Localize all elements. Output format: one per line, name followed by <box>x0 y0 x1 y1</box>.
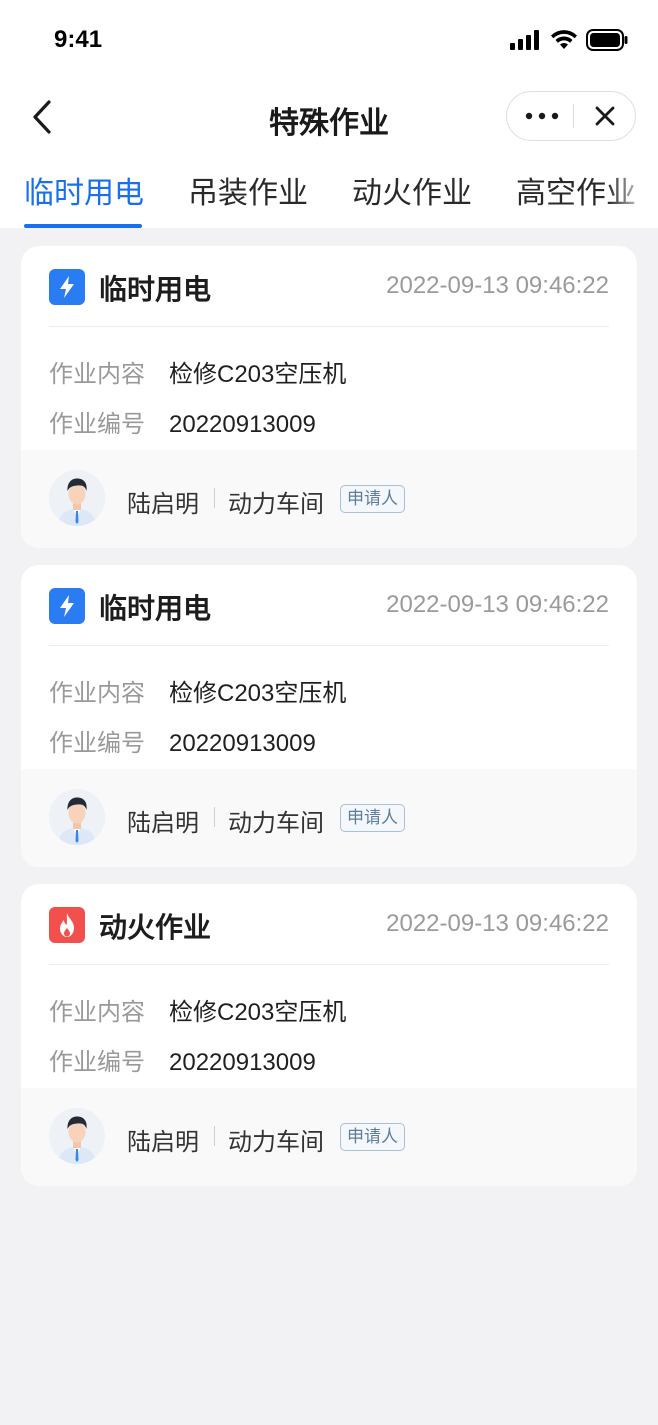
code-value: 20220913009 <box>169 1049 316 1076</box>
more-button[interactable] <box>507 92 573 140</box>
code-label: 作业编号 <box>49 1048 145 1076</box>
tab-hot-work[interactable]: 动火作业 <box>352 168 472 212</box>
code-value: 20220913009 <box>169 411 316 438</box>
work-card[interactable]: 临时用电 2022-09-13 09:46:22 作业内容 检修C203空压机 作… <box>21 565 637 867</box>
content-label: 作业内容 <box>49 679 145 707</box>
card-header: 临时用电 2022-09-13 09:46:22 <box>21 565 637 645</box>
top-area: 9:41 特殊作业 临时用电 吊装作业 动火作业 高空作业 <box>0 0 658 228</box>
avatar <box>49 470 105 526</box>
work-time: 2022-09-13 09:46:22 <box>386 591 609 618</box>
role-badge: 申请人 <box>340 804 405 832</box>
content-value: 检修C203空压机 <box>169 999 347 1026</box>
tab-lifting[interactable]: 吊装作业 <box>188 168 308 212</box>
avatar <box>49 1108 105 1164</box>
code-value: 20220913009 <box>169 730 316 757</box>
code-label: 作业编号 <box>49 729 145 757</box>
card-divider <box>49 645 609 646</box>
card-divider <box>49 964 609 965</box>
applicant-bar: 陆启明 动力车间 申请人 <box>21 769 637 867</box>
content-label: 作业内容 <box>49 360 145 388</box>
work-type: 动火作业 <box>99 911 212 944</box>
content-row: 作业内容 检修C203空压机 <box>49 992 346 1027</box>
applicant-name: 陆启明 <box>127 1128 199 1156</box>
tab-temporary-electricity[interactable]: 临时用电 <box>24 168 144 212</box>
card-header: 动火作业 2022-09-13 09:46:22 <box>21 884 637 964</box>
content-value: 检修C203空压机 <box>169 361 347 388</box>
battery-icon <box>586 29 628 51</box>
wifi-icon <box>551 30 577 49</box>
name-separator <box>214 488 215 508</box>
code-row: 作业编号 20220913009 <box>49 404 316 439</box>
work-card[interactable]: 动火作业 2022-09-13 09:46:22 作业内容 检修C203空压机 作… <box>21 884 637 1186</box>
lightning-icon <box>49 588 85 624</box>
lightning-icon <box>49 269 85 305</box>
tab-bar: 临时用电 吊装作业 动火作业 高空作业 <box>0 160 658 228</box>
card-header: 临时用电 2022-09-13 09:46:22 <box>21 246 637 326</box>
role-badge: 申请人 <box>340 485 405 513</box>
flame-icon <box>49 907 85 943</box>
card-divider <box>49 326 609 327</box>
status-bar: 9:41 <box>0 0 658 80</box>
content-value: 检修C203空压机 <box>169 680 347 707</box>
signal-icon <box>510 30 539 50</box>
close-button[interactable] <box>574 92 636 140</box>
work-type: 临时用电 <box>99 273 212 306</box>
department: 动力车间 <box>228 490 324 518</box>
more-dots-icon <box>525 112 559 120</box>
mini-program-capsule <box>506 91 636 141</box>
status-time: 9:41 <box>54 26 103 53</box>
code-row: 作业编号 20220913009 <box>49 723 316 758</box>
applicant-bar: 陆启明 动力车间 申请人 <box>21 1088 637 1186</box>
content-row: 作业内容 检修C203空压机 <box>49 673 346 708</box>
avatar <box>49 789 105 845</box>
department: 动力车间 <box>228 1128 324 1156</box>
name-separator <box>214 1126 215 1146</box>
close-icon <box>595 106 615 126</box>
code-row: 作业编号 20220913009 <box>49 1042 316 1077</box>
nav-bar: 特殊作业 <box>0 82 658 152</box>
work-type: 临时用电 <box>99 592 212 625</box>
applicant-name: 陆启明 <box>127 490 199 518</box>
tab-active-indicator <box>24 224 142 228</box>
content-label: 作业内容 <box>49 998 145 1026</box>
content-row: 作业内容 检修C203空压机 <box>49 354 346 389</box>
status-icons <box>510 28 628 52</box>
work-time: 2022-09-13 09:46:22 <box>386 910 609 937</box>
code-label: 作业编号 <box>49 410 145 438</box>
role-badge: 申请人 <box>340 1123 405 1151</box>
tab-fade-overlay <box>608 160 658 228</box>
applicant-name: 陆启明 <box>127 809 199 837</box>
applicant-bar: 陆启明 动力车间 申请人 <box>21 450 637 548</box>
work-card[interactable]: 临时用电 2022-09-13 09:46:22 作业内容 检修C203空压机 作… <box>21 246 637 548</box>
name-separator <box>214 807 215 827</box>
work-time: 2022-09-13 09:46:22 <box>386 272 609 299</box>
department: 动力车间 <box>228 809 324 837</box>
